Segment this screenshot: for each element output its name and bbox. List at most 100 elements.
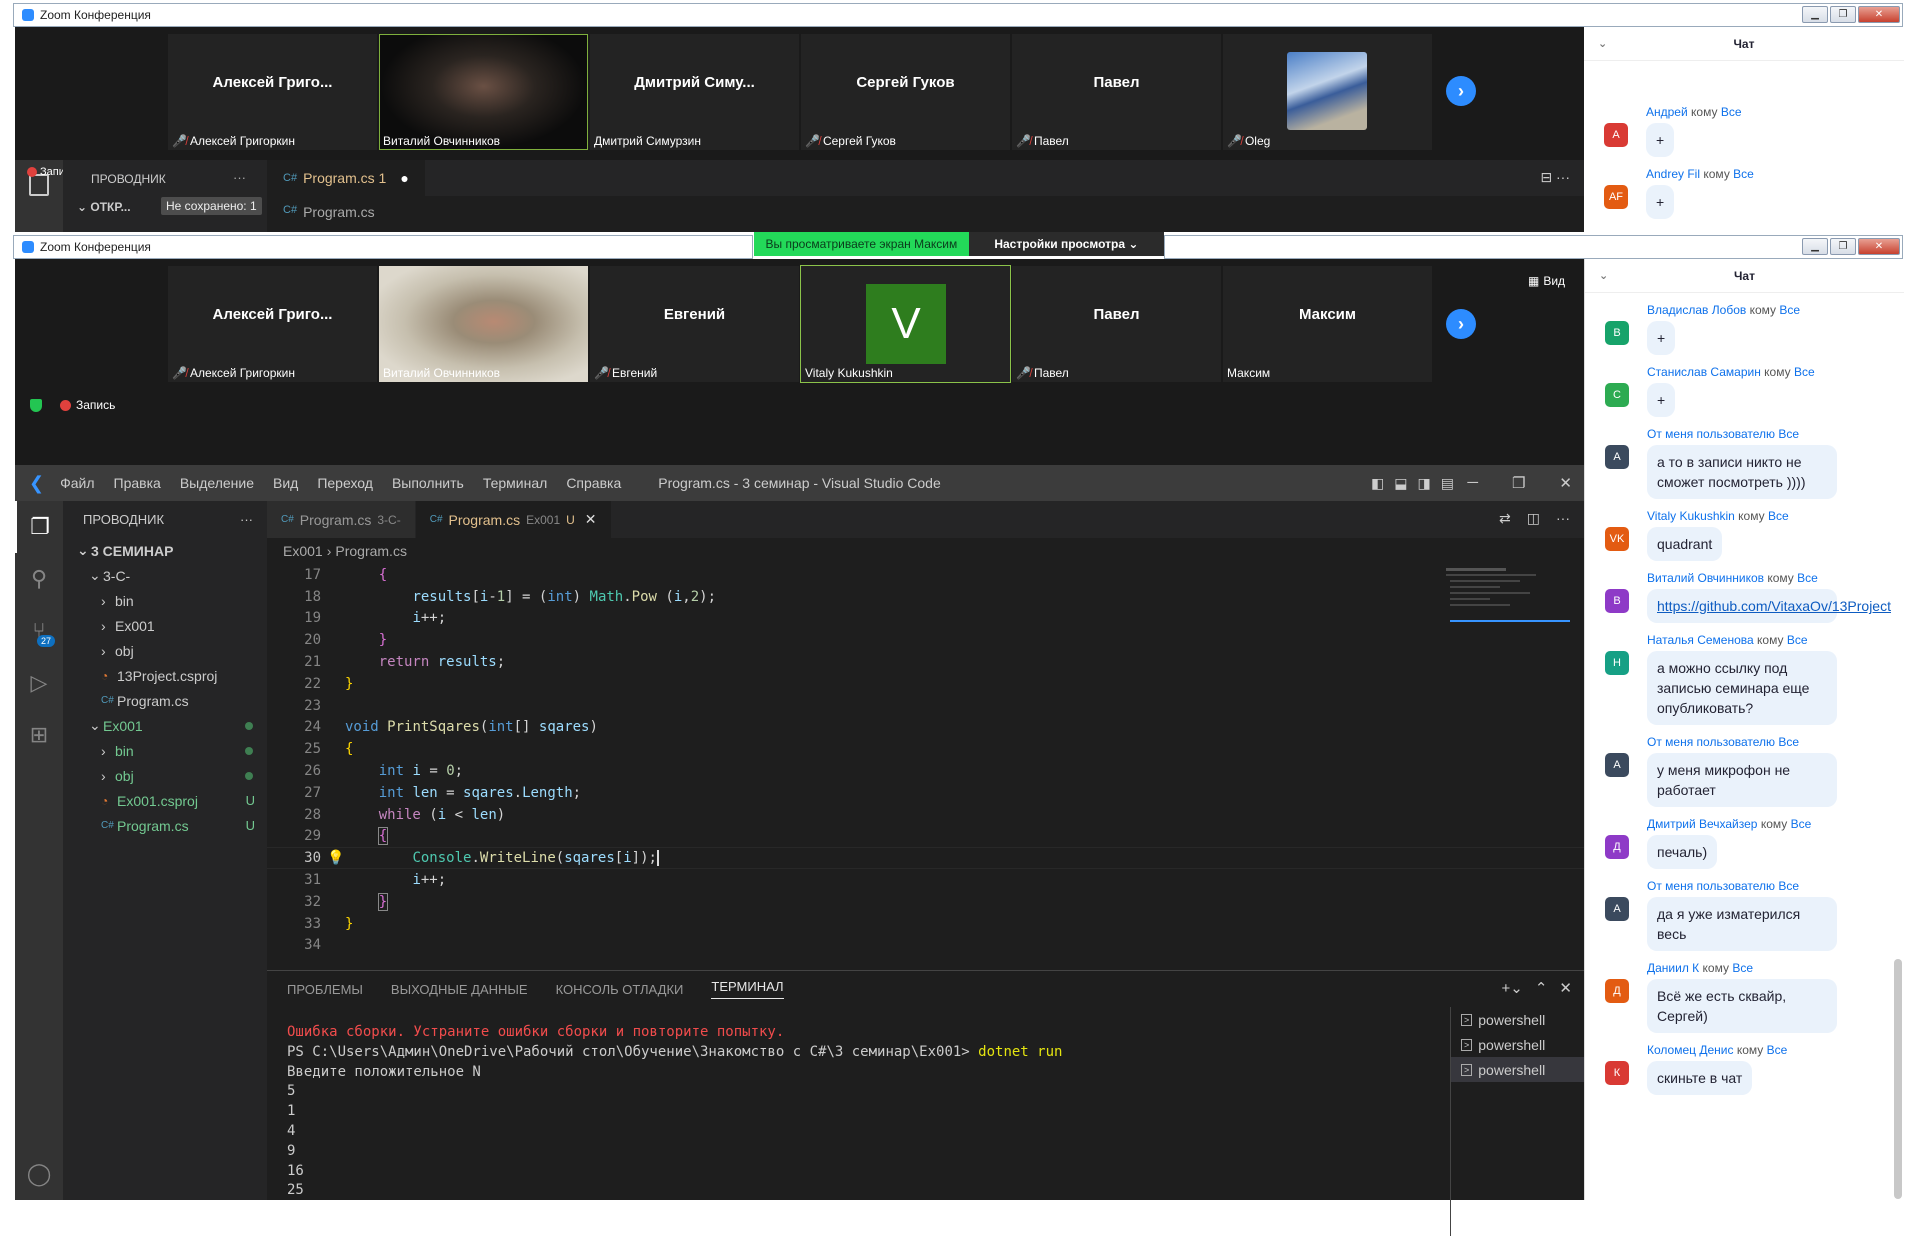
menu-item[interactable]: Файл — [60, 475, 94, 491]
next-page-arrow-icon[interactable]: › — [1446, 309, 1476, 339]
tree-item[interactable]: C# Program.cs — [63, 688, 267, 713]
tree-item[interactable]: ⌄ 3 СЕМИНАР — [63, 538, 267, 563]
terminal-instance[interactable]: > powershell — [1451, 1057, 1584, 1082]
chat-link[interactable]: https://github.com/VitaxaOv/13Project — [1657, 598, 1891, 614]
terminal-line: 25 — [287, 1182, 304, 1199]
source-control-icon[interactable]: ⑂ 27 — [15, 605, 63, 657]
tree-item[interactable]: › bin — [63, 738, 267, 763]
tree-item[interactable]: ⌄ 3-C- — [63, 563, 267, 588]
search-icon[interactable]: ⚲ — [15, 553, 63, 605]
chat-message: А От меня пользователю Все а то в записи н… — [1585, 427, 1904, 499]
menu-item[interactable]: Выполнить — [392, 475, 464, 491]
maximize-panel-icon[interactable]: ⌃ — [1535, 979, 1548, 997]
csharp-icon: C# — [101, 695, 114, 706]
avatar: В — [1605, 589, 1629, 613]
terminal-instance[interactable]: > powershell — [1451, 1032, 1584, 1057]
mic-muted-icon: 🎤̸ — [1016, 366, 1031, 380]
editor-tab[interactable]: C# Program.cs 3-C- — [267, 501, 416, 538]
tree-item[interactable]: ⌄ Ex001 — [63, 713, 267, 738]
chat-scrollbar[interactable] — [1894, 959, 1902, 1199]
breadcrumb: Ex001 › Program.cs — [267, 538, 1584, 564]
build-error: Ошибка сборки. Устраните ошибки сборки и… — [287, 1024, 785, 1040]
participant-tile[interactable]: Павел 🎤̸ Павел — [1011, 265, 1222, 383]
lightbulb-icon[interactable]: 💡 — [327, 850, 344, 866]
minimize-button[interactable]: ▁ — [1802, 238, 1828, 255]
menu-item[interactable]: Справка — [566, 475, 621, 491]
participant-tile[interactable]: Дмитрий Симу... Дмитрий Симурзин — [589, 33, 800, 151]
close-button[interactable]: ✕ — [1858, 238, 1900, 255]
participant-tile[interactable]: Виталий Овчинников — [378, 265, 589, 383]
compare-icon[interactable]: ⇄ — [1499, 510, 1511, 527]
participant-tile[interactable]: Павел 🎤̸ Павел — [1011, 33, 1222, 151]
panel-tab[interactable]: ПРОБЛЕМЫ — [287, 982, 363, 997]
close-tab-icon[interactable]: ✕ — [585, 511, 597, 528]
terminal-output[interactable]: Ошибка сборки. Устраните ошибки сборки и… — [287, 1023, 1062, 1201]
extensions-icon[interactable]: ⊞ — [15, 709, 63, 761]
tree-item[interactable]: ◔ 13Project.csproj — [63, 663, 267, 688]
menu-item[interactable]: Переход — [317, 475, 373, 491]
maximize-button[interactable]: ❐ — [1830, 238, 1856, 255]
split-editor-icon[interactable]: ⊟ ··· — [1540, 169, 1570, 186]
minimize-button[interactable]: ─ — [1467, 474, 1478, 492]
minimize-button[interactable]: ▁ — [1802, 6, 1828, 23]
tree-item[interactable]: › obj — [63, 638, 267, 663]
new-terminal-icon[interactable]: +⌄ — [1502, 979, 1523, 997]
terminal-instance[interactable]: > powershell — [1451, 1007, 1584, 1032]
tree-item[interactable]: › obj — [63, 763, 267, 788]
untracked-badge: U — [245, 818, 255, 833]
menu-item[interactable]: Выделение — [180, 475, 254, 491]
minimap[interactable] — [1440, 564, 1570, 968]
tree-item[interactable]: C# Program.cs U — [63, 813, 267, 838]
breadcrumb-item[interactable]: Program.cs — [335, 543, 407, 559]
editor-tab[interactable]: C# Program.cs Ex001 U ✕ — [415, 501, 612, 538]
maximize-button[interactable]: ❐ — [1830, 6, 1856, 23]
more-actions-icon[interactable]: ··· — [1556, 510, 1570, 527]
next-page-arrow-icon[interactable]: › — [1446, 76, 1476, 106]
participant-name: Дмитрий Симу... — [634, 73, 755, 91]
chevron-down-icon[interactable]: ⌄ — [1598, 37, 1607, 50]
split-editor-icon[interactable]: ◫ — [1527, 510, 1540, 527]
breadcrumb-item[interactable]: Ex001 — [283, 543, 323, 559]
explorer-icon[interactable]: ❐ — [15, 501, 63, 553]
view-button[interactable]: ▦ Вид — [1528, 274, 1565, 288]
close-button[interactable]: ✕ — [1858, 6, 1900, 23]
menu-item[interactable]: Вид — [273, 475, 298, 491]
toggle-panel-icon[interactable]: ⬓ — [1394, 475, 1407, 492]
more-actions-icon[interactable]: ··· — [240, 512, 253, 527]
tree-item[interactable]: ◔ Ex001.csproj U — [63, 788, 267, 813]
chat-bubble: Всё же есть сквайр, Сергей) — [1647, 979, 1837, 1033]
participant-tile[interactable]: Максим Максим — [1222, 265, 1433, 383]
run-debug-icon[interactable]: ▷ — [15, 657, 63, 709]
participant-tile[interactable]: Алексей Григо... 🎤̸ Алексей Григоркин — [167, 265, 378, 383]
menu-item[interactable]: Терминал — [483, 475, 547, 491]
chevron-down-icon[interactable]: ⌄ — [1599, 269, 1608, 282]
close-panel-icon[interactable]: ✕ — [1559, 979, 1572, 997]
participant-tile[interactable]: Евгений 🎤̸ Евгений — [589, 265, 800, 383]
chevron-right-icon: › — [101, 767, 106, 784]
tree-item[interactable]: › bin — [63, 588, 267, 613]
panel-tab[interactable]: ВЫХОДНЫЕ ДАННЫЕ — [391, 982, 528, 997]
view-options-button[interactable]: Настройки просмотра ⌄ — [968, 232, 1164, 256]
close-button[interactable]: ✕ — [1559, 474, 1572, 492]
panel-tab[interactable]: ТЕРМИНАЛ — [711, 979, 784, 999]
customize-layout-icon[interactable]: ▤ — [1441, 475, 1454, 492]
more-icon[interactable]: ··· — [233, 170, 246, 185]
tree-item[interactable]: › Ex001 — [63, 613, 267, 638]
toggle-sidebar-icon[interactable]: ◧ — [1371, 475, 1384, 492]
participant-tile[interactable]: 🎤̸ Oleg — [1222, 33, 1433, 151]
restore-button[interactable]: ❐ — [1512, 474, 1525, 492]
participant-tile[interactable]: V Vitaly Kukushkin — [800, 265, 1011, 383]
tab-program-cs[interactable]: C# Program.cs 1 ● — [267, 160, 425, 196]
participant-tile[interactable]: Алексей Григо... 🎤̸ Алексей Григоркин — [167, 33, 378, 151]
participant-tile[interactable]: Виталий Овчинников — [378, 33, 589, 151]
chat-message: К Коломец Денис кому Все скиньте в чат — [1585, 1043, 1904, 1095]
toggle-secondary-sidebar-icon[interactable]: ◨ — [1418, 475, 1431, 492]
menu-item[interactable]: Правка — [114, 475, 161, 491]
chat-sender: От меня пользователю Все — [1647, 427, 1800, 441]
account-icon[interactable]: ◯ — [15, 1148, 63, 1200]
participant-tile[interactable]: Сергей Гуков 🎤̸ Сергей Гуков — [800, 33, 1011, 151]
panel-tab[interactable]: КОНСОЛЬ ОТЛАДКИ — [556, 982, 684, 997]
open-editors[interactable]: ⌄ ОТКР... — [77, 200, 131, 214]
mic-muted-icon: 🎤̸ — [805, 134, 820, 148]
code-editor[interactable]: 17 { 18 results[i-1] = (int) Math.Pow (i… — [267, 564, 1584, 968]
